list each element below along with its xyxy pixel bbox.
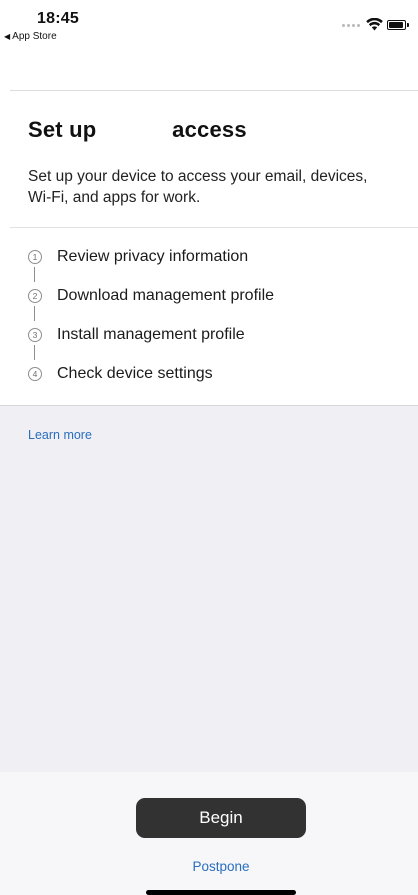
step-label: Download management profile: [57, 287, 275, 304]
home-indicator[interactable]: [146, 890, 296, 895]
step-number-icon: 4: [28, 367, 42, 381]
intro-text: Set up your device to access your email,…: [28, 168, 368, 206]
steps-divider: [10, 227, 418, 228]
step-number-icon: 2: [28, 289, 42, 303]
step-connector: [34, 345, 35, 360]
back-app-label: App Store: [12, 31, 57, 42]
step-connector: [34, 306, 35, 321]
back-to-app-store-link[interactable]: ◀ App Store: [4, 31, 57, 42]
content-area: Learn more: [0, 405, 418, 773]
step-connector: [34, 267, 35, 282]
battery-icon: [387, 20, 409, 30]
step-label: Review privacy information: [57, 248, 249, 265]
header-divider: [10, 90, 418, 91]
page-title: Set up access: [28, 117, 247, 142]
step-label: Check device settings: [57, 365, 213, 382]
step-number-icon: 1: [28, 250, 42, 264]
postpone-link[interactable]: Postpone: [121, 859, 321, 874]
cellular-signal-icon: [342, 24, 364, 28]
wifi-icon: [366, 18, 383, 31]
footer: Begin Postpone: [0, 772, 418, 895]
begin-button[interactable]: Begin: [136, 798, 306, 838]
status-bar: 18:45 ◀ App Store: [0, 0, 418, 48]
status-time: 18:45: [37, 10, 79, 27]
learn-more-link[interactable]: Learn more: [28, 428, 92, 442]
back-triangle-icon: ◀: [4, 32, 11, 41]
step-number-icon: 3: [28, 328, 42, 342]
step-label: Install management profile: [57, 326, 245, 343]
